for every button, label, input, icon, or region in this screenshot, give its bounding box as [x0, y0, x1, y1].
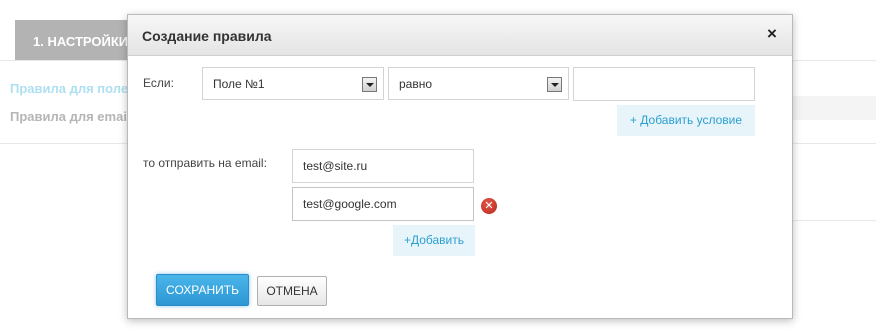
- send-to-email-label: то отправить на email:: [143, 156, 267, 170]
- field-select-value: Поле №1: [213, 77, 265, 91]
- dialog-title: Создание правила: [142, 28, 272, 44]
- add-email-button[interactable]: +Добавить: [393, 225, 475, 256]
- background-row-shade: [790, 96, 876, 120]
- add-condition-button[interactable]: + Добавить условие: [617, 105, 755, 136]
- remove-circle-icon[interactable]: ✕: [481, 198, 497, 214]
- email-input[interactable]: [292, 187, 474, 221]
- save-button[interactable]: СОХРАНИТЬ: [156, 274, 249, 306]
- background-divider: [790, 220, 876, 221]
- email-input[interactable]: [292, 149, 474, 183]
- field-select[interactable]: Поле №1: [202, 67, 384, 100]
- if-label: Если:: [143, 76, 174, 90]
- chevron-down-icon[interactable]: [362, 77, 377, 92]
- create-rule-dialog: Создание правила × Если: Поле №1 равно +…: [127, 14, 793, 319]
- condition-value-input[interactable]: [573, 67, 755, 101]
- operator-select[interactable]: равно: [388, 67, 569, 100]
- cancel-button[interactable]: ОТМЕНА: [257, 276, 327, 306]
- dialog-header: Создание правила ×: [128, 15, 792, 56]
- chevron-down-icon[interactable]: [547, 77, 562, 92]
- operator-select-value: равно: [399, 77, 433, 91]
- close-icon[interactable]: ×: [765, 25, 779, 42]
